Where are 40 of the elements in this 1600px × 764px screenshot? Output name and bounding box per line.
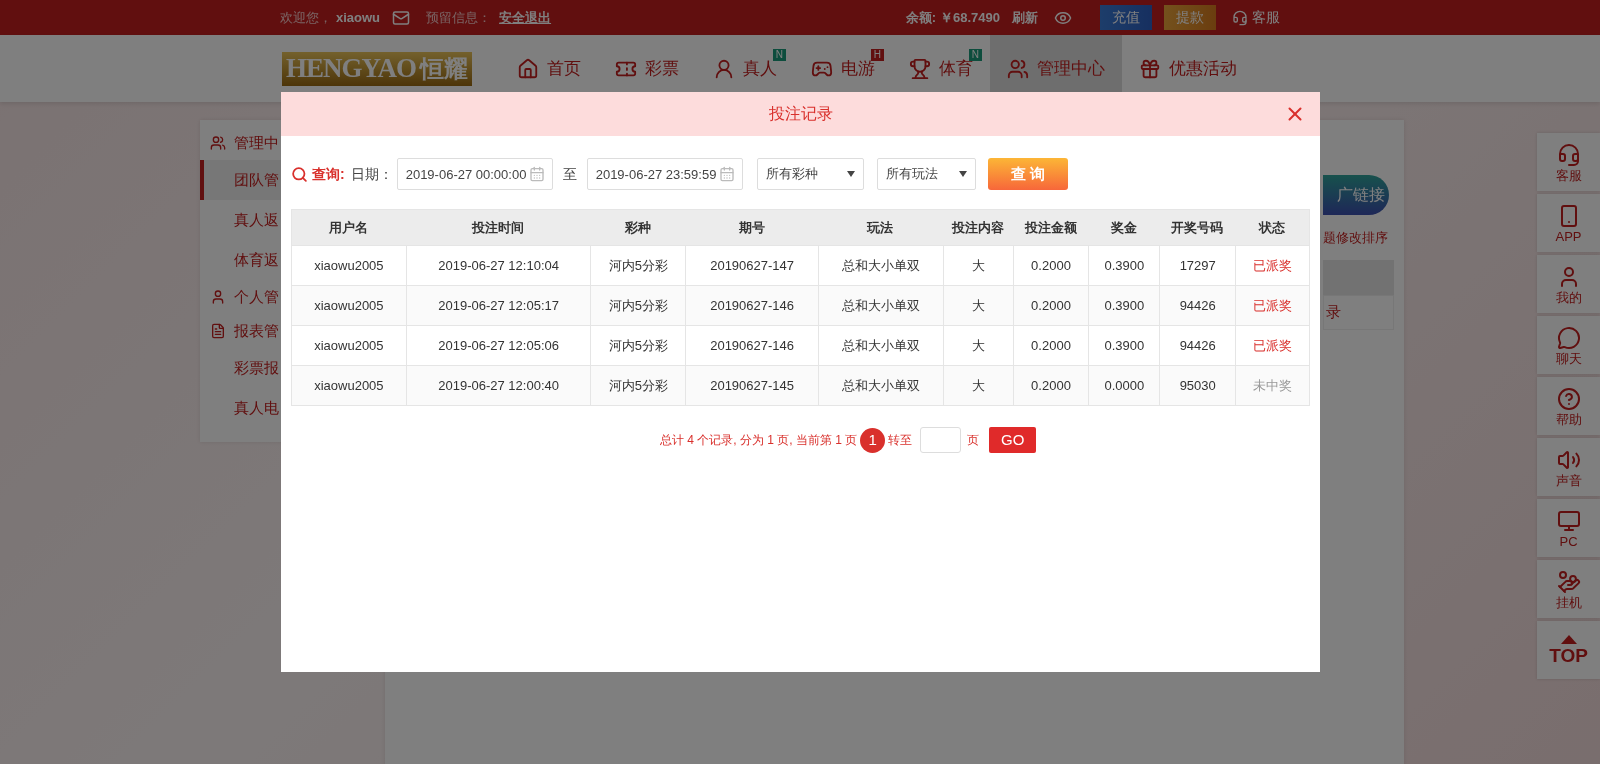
table-cell: 总和大小单双: [817, 366, 943, 405]
table-cell-text: xiaowu2005: [313, 376, 385, 395]
username: xiaowu: [336, 8, 381, 27]
column-header: 用户名: [328, 218, 370, 237]
date-label: 日期：: [350, 164, 393, 184]
table-cell: 大: [942, 366, 1013, 405]
table-cell: 0.0000: [1088, 366, 1160, 405]
reserved-info-label: 预留信息：: [426, 8, 492, 27]
sort-hint-text: 题修改排序: [1323, 229, 1389, 247]
column-header: 玩法: [865, 218, 895, 237]
balance-label: 余额:: [905, 8, 936, 27]
pagination-summary: 总计 4 个记录, 分为 1 页, 当前第 1 页: [659, 432, 858, 449]
query-label: 查询:: [312, 164, 345, 184]
column-header: 投注金额: [1023, 218, 1078, 237]
table-cell: 2019-06-27 12:00:40: [405, 366, 591, 405]
table-cell-text: 录: [1326, 301, 1341, 322]
column-header: 投注时间: [470, 218, 526, 237]
table-cell: 95030: [1159, 366, 1236, 405]
column-header: 投注内容: [950, 218, 1005, 237]
dialog-title: 投注记录: [768, 104, 833, 124]
column-header: 状态: [1257, 218, 1287, 237]
balance-value: ￥68.7490: [940, 8, 1000, 27]
nav-badge: H: [870, 49, 885, 61]
table-cell-text: xiaowu2005: [313, 256, 385, 275]
column-header: 开奖号码: [1170, 218, 1225, 237]
page-unit-label: 页: [967, 432, 980, 449]
table-cell: 0.2000: [1012, 366, 1089, 405]
column-header: 奖金: [1109, 218, 1138, 237]
table-cell: 20190627-145: [685, 366, 818, 405]
nav-badge: N: [968, 49, 983, 61]
to-label: 至: [562, 164, 577, 184]
table-cell: 河内5分彩: [590, 366, 686, 405]
column-header: 彩种: [623, 218, 652, 237]
status-cell: 未中奖: [1235, 366, 1309, 405]
nav-badge: N: [772, 49, 787, 61]
welcome-text: 欢迎您，: [280, 8, 332, 27]
table-cell-text: xiaowu2005: [313, 336, 385, 355]
goto-label: 转至: [888, 432, 913, 449]
column-header: 期号: [737, 218, 766, 237]
table-cell-text: xiaowu2005: [313, 296, 385, 315]
